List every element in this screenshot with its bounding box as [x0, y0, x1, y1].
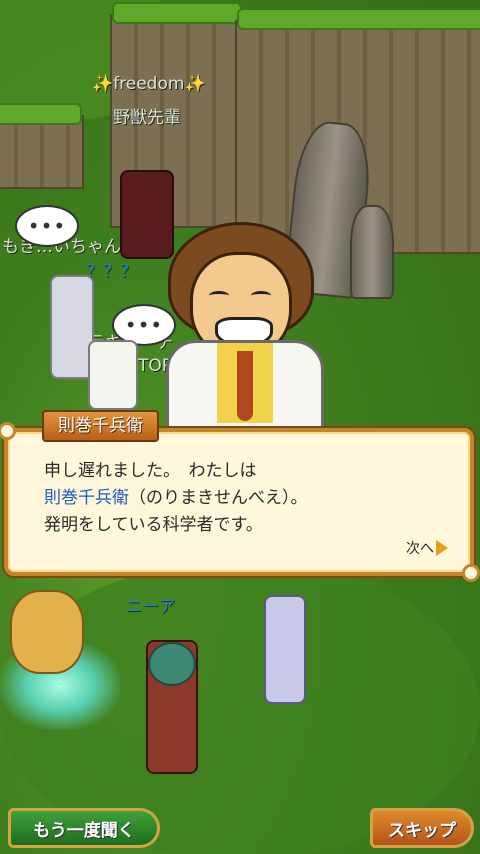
character-mermaid[interactable]: [0, 580, 100, 680]
rock-spire: [350, 205, 394, 299]
dialog-line-3: 発明をしている科学者です。: [44, 515, 263, 535]
character-green-hair[interactable]: [132, 600, 212, 775]
speaker-name-tab: 則巻千兵衛: [42, 410, 159, 442]
dialog-text: 申し遅れました。 わたしは 則巻千兵衛（のりまきせんべえ）。 発明をしている科学…: [44, 458, 308, 539]
character-professor-sprite[interactable]: [80, 320, 140, 410]
dialog-box[interactable]: 申し遅れました。 わたしは 則巻千兵衛（のりまきせんべえ）。 発明をしている科学…: [0, 422, 480, 582]
player-title: 野獣先輩: [113, 108, 181, 128]
next-button[interactable]: 次へ: [406, 538, 448, 558]
dialog-line-2: 則巻千兵衛（のりまきせんべえ）。: [44, 485, 308, 512]
play-arrow-icon: [436, 540, 448, 556]
character-armored-girl[interactable]: [258, 585, 308, 705]
next-label: 次へ: [406, 541, 434, 557]
skip-button[interactable]: スキップ: [370, 808, 474, 848]
dialog-speaker-highlight: 則巻千兵衛: [44, 488, 129, 508]
npc-portrait-senbei: [162, 222, 332, 438]
replay-button[interactable]: もう一度聞く: [8, 808, 160, 848]
portrait-lab-coat: [166, 340, 324, 438]
player-name-freedom[interactable]: ✨freedom✨: [92, 74, 206, 94]
stone-cliff: [0, 103, 84, 189]
dialog-line-2-rest: （のりまきせんべえ）。: [129, 488, 308, 508]
chat-bubble: •••: [15, 205, 79, 247]
dialog-line-1: 申し遅れました。 わたしは: [44, 461, 257, 481]
